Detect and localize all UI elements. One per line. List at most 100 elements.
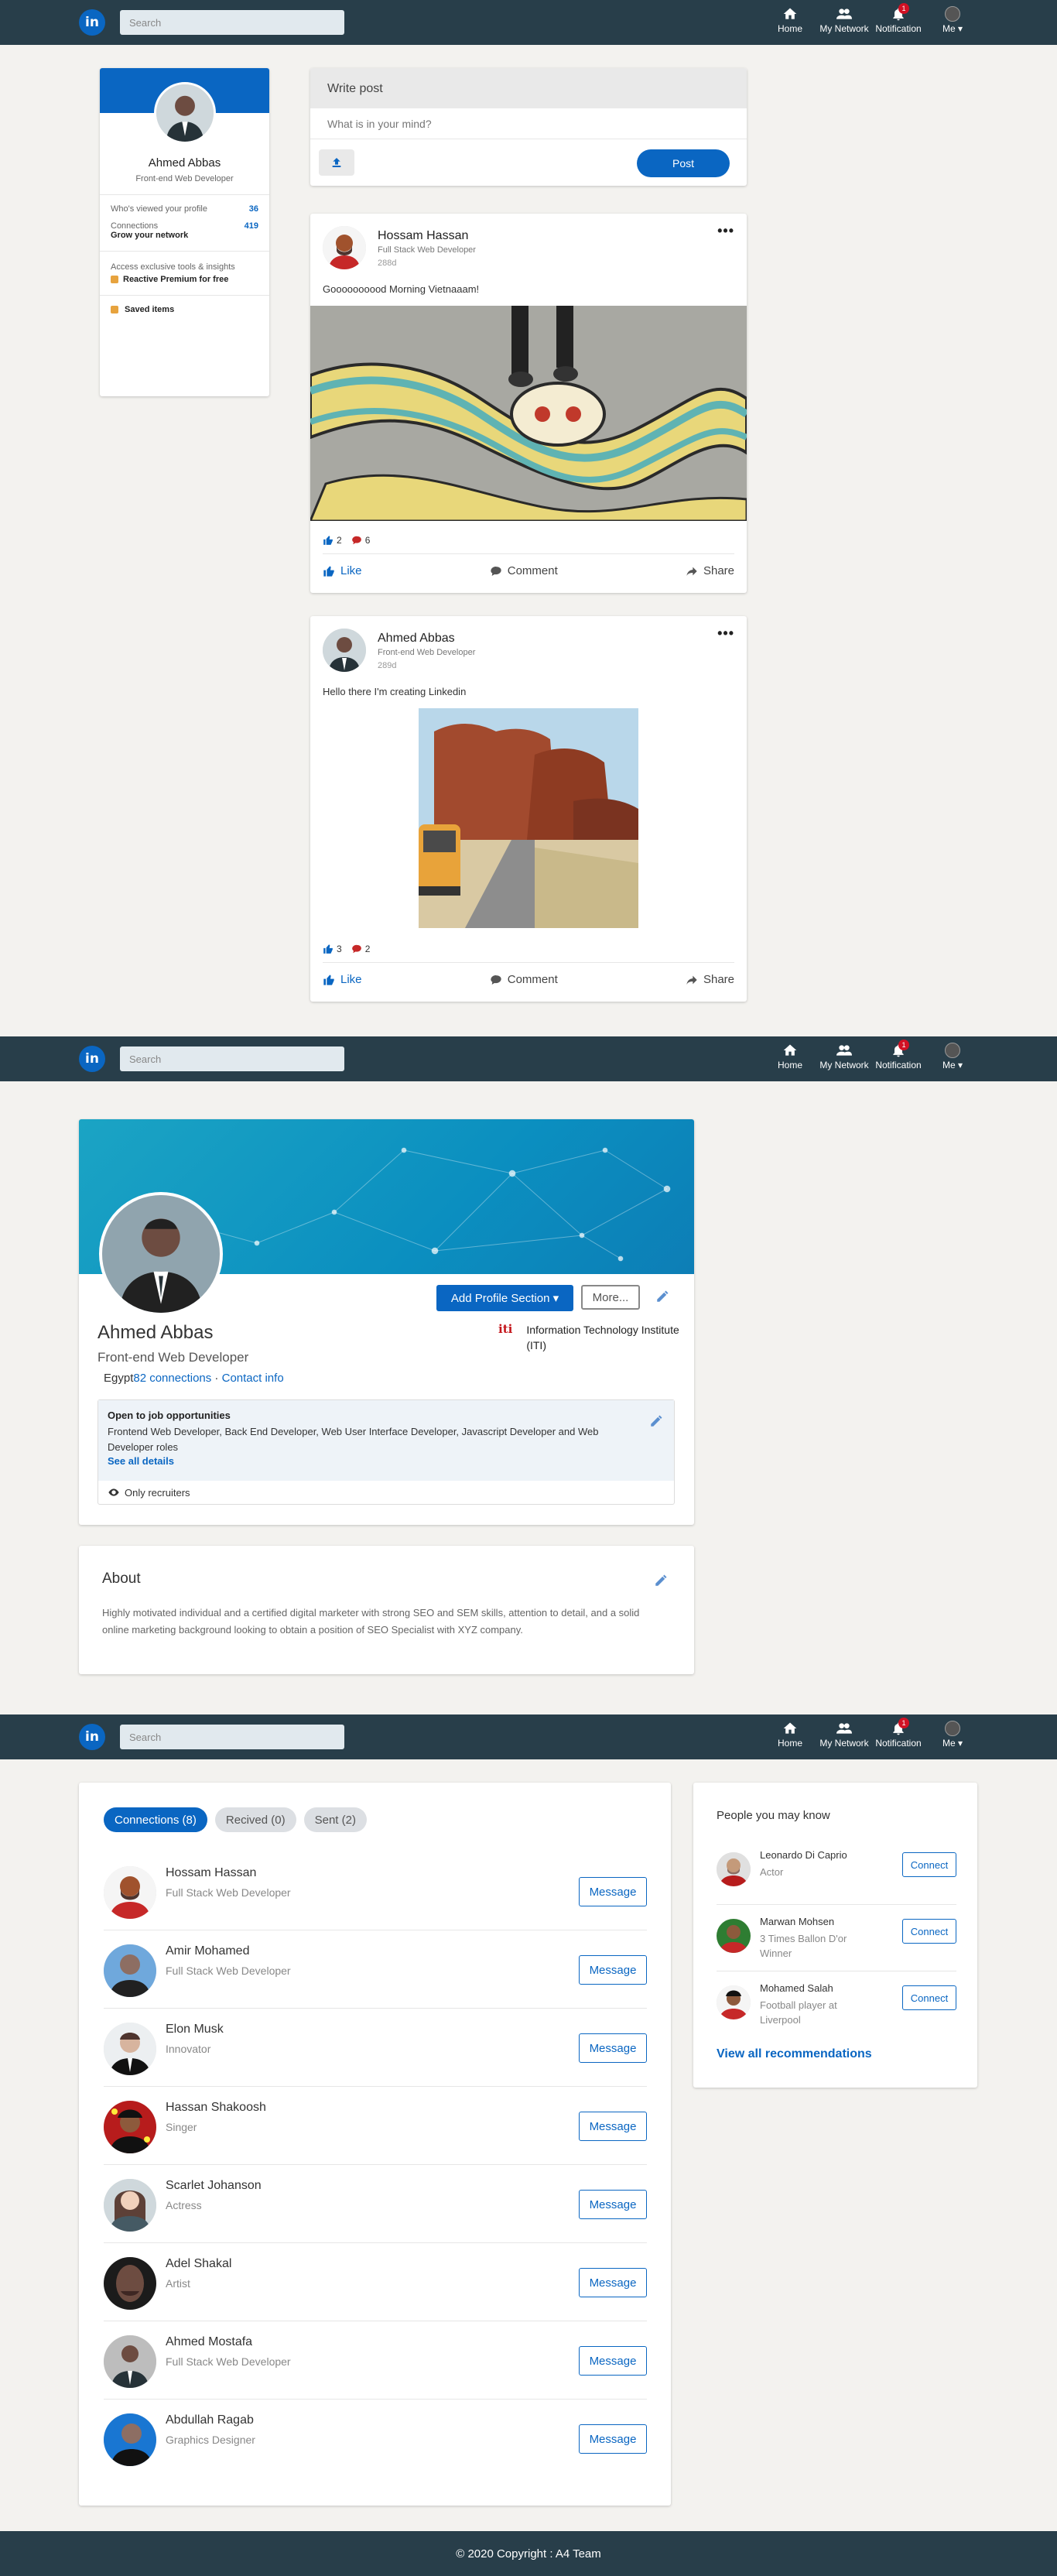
share-button[interactable]: Share [686,973,734,986]
pencil-icon[interactable] [654,1574,668,1588]
message-button[interactable]: Message [579,2112,647,2141]
connection-name[interactable]: Ahmed Mostafa [166,2335,252,2349]
linkedin-logo[interactable]: in [79,1046,105,1072]
nav-my-network[interactable]: My Network [817,1721,871,1749]
see-all-details-link[interactable]: See all details [108,1455,665,1467]
avatar[interactable] [104,2335,156,2388]
nav-notification[interactable]: 1 Notification [871,3,925,34]
linkedin-logo[interactable]: in [79,9,105,36]
more-button[interactable]: More... [581,1285,640,1310]
connection-name[interactable]: Hassan Shakoosh [166,2101,266,2115]
connection-name[interactable]: Scarlet Johanson [166,2179,262,2193]
nav-my-network[interactable]: My Network [817,6,871,34]
message-button[interactable]: Message [579,2268,647,2297]
nav-home[interactable]: Home [763,1043,817,1070]
add-profile-section-button[interactable]: Add Profile Section ▾ [436,1285,573,1311]
like-button[interactable]: Like [323,564,362,577]
message-button[interactable]: Message [579,2190,647,2219]
pencil-icon[interactable] [655,1290,669,1303]
upload-icon [332,158,341,167]
profile-avatar[interactable] [154,82,216,144]
connection-name[interactable]: Adel Shakal [166,2257,231,2271]
message-button[interactable]: Message [579,1877,647,1906]
connection-name[interactable]: Elon Musk [166,2023,224,2036]
nav-items: Home My Network 1 Notification Me ▾ [763,1718,980,1749]
connections-stat[interactable]: Connections 419 [100,221,269,231]
pencil-icon[interactable] [649,1414,663,1428]
saved-items-link[interactable]: Saved items [100,296,269,324]
avatar[interactable] [104,2023,156,2075]
nav-me[interactable]: Me ▾ [925,1721,980,1749]
post-text: Hello there I'm creating Linkedin [323,686,467,697]
connection-name[interactable]: Hossam Hassan [166,1866,256,1880]
company-info[interactable]: iti Information Technology Institute (IT… [498,1322,684,1353]
avatar[interactable] [104,1866,156,1919]
author-name[interactable]: Hossam Hassan [378,229,468,243]
nav-notification[interactable]: 1 Notification [871,1718,925,1749]
upload-button[interactable] [319,149,354,176]
person-name[interactable]: Marwan Mohsen [760,1916,834,1927]
profile-avatar[interactable] [99,1192,223,1316]
view-all-recommendations-link[interactable]: View all recommendations [717,2047,872,2061]
connection-name[interactable]: Amir Mohamed [166,1944,249,1958]
avatar[interactable] [104,2179,156,2232]
author-avatar[interactable] [323,226,366,269]
message-button[interactable]: Message [579,1955,647,1985]
nav-me[interactable]: Me ▾ [925,1043,980,1070]
nav-my-network[interactable]: My Network [817,1043,871,1070]
search-input[interactable] [120,1725,344,1749]
people-you-may-know-card: People you may know Leonardo Di Caprio A… [693,1783,977,2088]
post-input[interactable]: What is in your mind? [310,108,747,139]
nav-me[interactable]: Me ▾ [925,6,980,34]
more-options-icon[interactable]: ••• [717,223,734,239]
message-button[interactable]: Message [579,2424,647,2454]
comment-button[interactable]: Comment [490,973,558,986]
like-button[interactable]: Like [323,973,362,986]
thumbs-up-icon [323,974,334,985]
connect-button[interactable]: Connect [902,1852,956,1877]
avatar[interactable] [104,2257,156,2310]
nav-items: Home My Network 1 Notification Me ▾ [763,1040,980,1070]
person-name[interactable]: Mohamed Salah [760,1982,833,1994]
search-input[interactable] [120,10,344,35]
profile-views-stat[interactable]: Who's viewed your profile 36 [100,204,269,214]
more-options-icon[interactable]: ••• [717,625,734,642]
search-input[interactable] [120,1046,344,1071]
person-name[interactable]: Leonardo Di Caprio [760,1849,847,1861]
connection-name[interactable]: Abdullah Ragab [166,2413,254,2427]
nav-me-label: Me ▾ [942,23,963,34]
post-image[interactable] [310,306,747,521]
post-button[interactable]: Post [637,149,730,177]
message-button[interactable]: Message [579,2346,647,2376]
connection-role: Full Stack Web Developer [166,1965,291,1977]
linkedin-logo[interactable]: in [79,1724,105,1750]
connect-button[interactable]: Connect [902,1985,956,2010]
tab-sent[interactable]: Sent (2) [303,1807,367,1832]
author-name[interactable]: Ahmed Abbas [378,632,455,646]
message-button[interactable]: Message [579,2033,647,2063]
profile-name[interactable]: Ahmed Abbas [100,156,269,170]
avatar[interactable] [717,1919,751,1953]
grow-network-link[interactable]: Grow your network [100,231,269,240]
avatar[interactable] [104,2101,156,2153]
premium-link[interactable]: Reactive Premium for free [100,275,269,284]
connect-button[interactable]: Connect [902,1919,956,1944]
nav-notification[interactable]: 1 Notification [871,1040,925,1070]
profile-views-count: 36 [248,204,258,214]
post-image[interactable] [419,708,638,928]
avatar[interactable] [104,2413,156,2466]
comment-button[interactable]: Comment [490,564,558,577]
avatar[interactable] [717,1852,751,1886]
tab-received[interactable]: Recived (0) [214,1807,296,1832]
connections-link[interactable]: 82 connections [133,1372,211,1385]
tab-connections[interactable]: Connections (8) [104,1807,207,1832]
share-icon [686,567,697,576]
avatar[interactable] [717,1985,751,2019]
contact-info-link[interactable]: Contact info [222,1372,284,1385]
share-button[interactable]: Share [686,564,734,577]
list-item: Abdullah Ragab Graphics Designer Message [104,2400,647,2478]
nav-home[interactable]: Home [763,6,817,34]
author-avatar[interactable] [323,629,366,672]
nav-home[interactable]: Home [763,1721,817,1749]
avatar[interactable] [104,1944,156,1997]
